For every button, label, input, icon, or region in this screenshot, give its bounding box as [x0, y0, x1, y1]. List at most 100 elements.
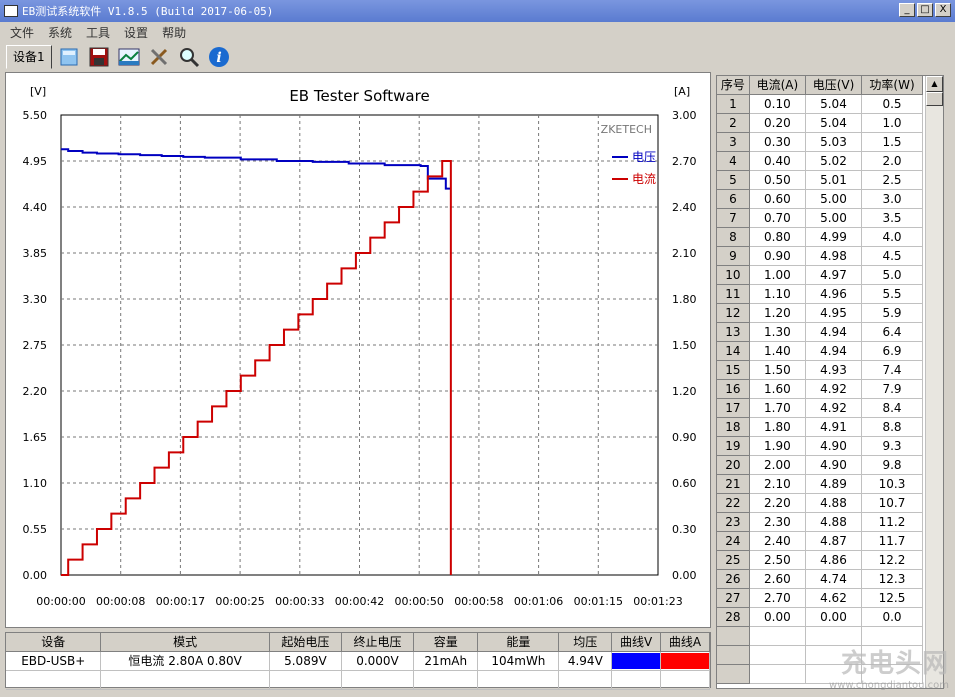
x-tick-label: 00:01:06 [514, 595, 563, 608]
curve-a-swatch[interactable] [661, 652, 709, 669]
chart-svg: 5.50 3.00 4.95 2.70 4.40 2.40 3.85 2.10 3.30 1.80… [23, 85, 697, 608]
table-row[interactable]: 2 0.20 5.04 1.0 [717, 113, 923, 133]
curve-v-swatch[interactable] [612, 652, 661, 669]
table-row[interactable]: 12 1.20 4.95 5.9 [717, 303, 923, 323]
table-row[interactable]: 19 1.90 4.90 9.3 [717, 436, 923, 456]
menu-tools[interactable]: 工具 [86, 24, 110, 41]
info-cell [660, 670, 710, 690]
table-cell: 1 [717, 94, 750, 114]
table-row[interactable]: 8 0.80 4.99 4.0 [717, 227, 923, 247]
table-cell: 4.99 [805, 227, 863, 247]
table-row[interactable]: 1 0.10 5.04 0.5 [717, 94, 923, 114]
table-row[interactable]: 20 2.00 4.90 9.8 [717, 455, 923, 475]
table-cell: 1.60 [749, 379, 806, 399]
table-header-1[interactable]: 电流(A) [749, 76, 806, 95]
table-row[interactable]: 13 1.30 4.94 6.4 [717, 322, 923, 342]
info-icon[interactable]: i [206, 44, 232, 70]
table-header-0[interactable]: 序号 [717, 76, 750, 95]
tab-device1[interactable]: 设备1 [6, 45, 52, 69]
table-row[interactable]: 6 0.60 5.00 3.0 [717, 189, 923, 209]
menu-system[interactable]: 系统 [48, 24, 72, 41]
vertical-scrollbar[interactable]: ▲ [925, 76, 943, 688]
table-row[interactable]: 27 2.70 4.62 12.5 [717, 588, 923, 608]
tools-icon[interactable] [146, 44, 172, 70]
table-cell: 11.2 [861, 512, 923, 532]
table-cell: 7.4 [861, 360, 923, 380]
info-cell [269, 670, 342, 690]
table-row[interactable]: 9 0.90 4.98 4.5 [717, 246, 923, 266]
window-title: EB测试系统软件 V1.8.5 (Build 2017-06-05) [22, 5, 274, 18]
info-cell [413, 670, 479, 690]
table-row[interactable]: 4 0.40 5.02 2.0 [717, 151, 923, 171]
table-header-2[interactable]: 电压(V) [805, 76, 863, 95]
info-header: 起始电压 [269, 633, 342, 652]
table-row[interactable]: 22 2.20 4.88 10.7 [717, 493, 923, 513]
y-left-tick-label: 0.00 [23, 569, 48, 582]
x-tick-label: 00:00:50 [394, 595, 443, 608]
table-cell: 1.40 [749, 341, 806, 361]
table-row[interactable]: 11 1.10 4.96 5.5 [717, 284, 923, 304]
menu-file[interactable]: 文件 [10, 24, 34, 41]
x-tick-label: 00:01:15 [574, 595, 623, 608]
table-row[interactable]: 14 1.40 4.94 6.9 [717, 341, 923, 361]
chart-icon[interactable] [116, 44, 142, 70]
table-row[interactable]: 23 2.30 4.88 11.2 [717, 512, 923, 532]
scroll-thumb[interactable] [926, 92, 943, 106]
y-left-tick-label: 2.20 [23, 385, 48, 398]
watermark-logo-text: 充电头网 [840, 649, 949, 679]
table-cell: 4.98 [805, 246, 863, 266]
table-cell: 12.5 [861, 588, 923, 608]
table-row[interactable]: 5 0.50 5.01 2.5 [717, 170, 923, 190]
menu-settings[interactable]: 设置 [124, 24, 148, 41]
table-cell: 2.0 [861, 151, 923, 171]
table-cell: 9 [717, 246, 750, 266]
table-row[interactable]: 3 0.30 5.03 1.5 [717, 132, 923, 152]
maximize-button[interactable]: □ [917, 3, 933, 17]
info-cell [341, 670, 415, 690]
table-cell: 4.93 [805, 360, 863, 380]
open-icon[interactable] [56, 44, 82, 70]
table-row[interactable]: 25 2.50 4.86 12.2 [717, 550, 923, 570]
table-row[interactable]: 15 1.50 4.93 7.4 [717, 360, 923, 380]
close-button[interactable]: X [935, 3, 951, 17]
table-cell: 28 [717, 607, 750, 627]
table-cell: 1.00 [749, 265, 806, 285]
table-row[interactable]: 16 1.60 4.92 7.9 [717, 379, 923, 399]
menu-help[interactable]: 帮助 [162, 24, 186, 41]
table-row[interactable]: 26 2.60 4.74 12.3 [717, 569, 923, 589]
table-cell: 4.94 [805, 341, 863, 361]
scroll-up-arrow-icon[interactable]: ▲ [926, 76, 943, 92]
table-cell: 0.60 [749, 189, 806, 209]
table-header-3[interactable]: 功率(W) [861, 76, 923, 95]
table-row[interactable]: 17 1.70 4.92 8.4 [717, 398, 923, 418]
table-cell: 2.00 [749, 455, 806, 475]
table-cell: 4.92 [805, 398, 863, 418]
info-header: 曲线A [660, 633, 710, 652]
table-cell: 8 [717, 227, 750, 247]
table-cell: 1.10 [749, 284, 806, 304]
table-cell: 22 [717, 493, 750, 513]
table-row[interactable]: 28 0.00 0.00 0.0 [717, 607, 923, 627]
table-row[interactable]: 21 2.10 4.89 10.3 [717, 474, 923, 494]
table-cell: 15 [717, 360, 750, 380]
legend-label: 电压 [632, 150, 656, 164]
x-tick-label: 00:00:08 [96, 595, 145, 608]
table-cell: 6.4 [861, 322, 923, 342]
y-left-tick-label: 2.75 [23, 339, 48, 352]
table-cell: 10.7 [861, 493, 923, 513]
table-cell: 9.3 [861, 436, 923, 456]
table-cell: 3.0 [861, 189, 923, 209]
search-icon[interactable] [176, 44, 202, 70]
table-row[interactable]: 7 0.70 5.00 3.5 [717, 208, 923, 228]
table-row[interactable]: 24 2.40 4.87 11.7 [717, 531, 923, 551]
table-cell [749, 645, 806, 665]
table-cell: 13 [717, 322, 750, 342]
table-row[interactable]: 18 1.80 4.91 8.8 [717, 417, 923, 437]
table-cell: 4.90 [805, 436, 863, 456]
table-cell: 2.40 [749, 531, 806, 551]
save-icon[interactable] [86, 44, 112, 70]
minimize-button[interactable]: _ [899, 3, 915, 17]
table-row[interactable]: 10 1.00 4.97 5.0 [717, 265, 923, 285]
table-cell: 1.90 [749, 436, 806, 456]
table-cell: 16 [717, 379, 750, 399]
